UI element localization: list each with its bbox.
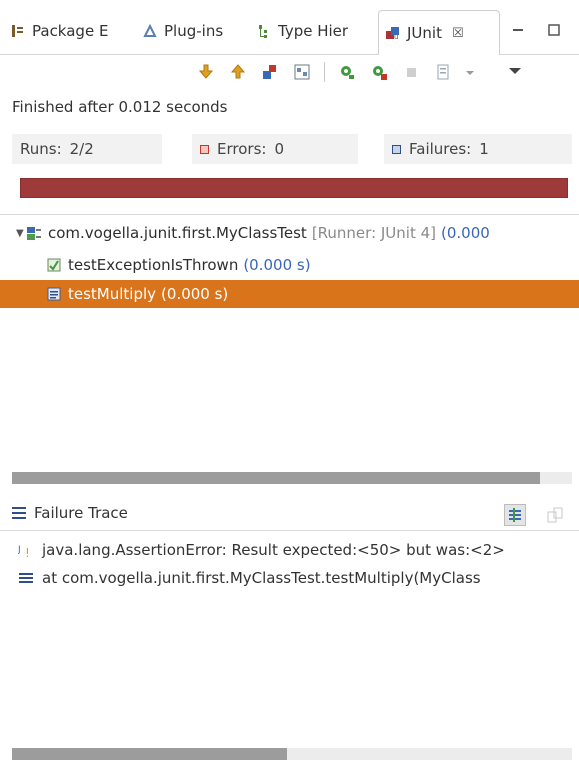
exception-icon: J! (17, 542, 34, 560)
stop-icon[interactable] (401, 62, 421, 82)
trace-text: at com.vogella.junit.first.MyClassTest.t… (42, 569, 481, 587)
toolbar-separator (324, 62, 325, 82)
package-explorer-icon (10, 23, 26, 39)
trace-line-assertion[interactable]: J! java.lang.AssertionError: Result expe… (17, 538, 505, 562)
scrollbar-thumb[interactable] (12, 748, 287, 760)
tab-package-explorer[interactable]: Package E (4, 12, 142, 50)
junit-toolbar (190, 58, 531, 86)
trace-line-stack-frame[interactable]: at com.vogella.junit.first.MyClassTest.t… (18, 566, 481, 590)
test-class-name: com.vogella.junit.first.MyClassTest (48, 224, 307, 242)
trace-text: java.lang.AssertionError: Result expecte… (42, 541, 505, 559)
svg-text:!: ! (25, 546, 30, 558)
scrollbar-thumb[interactable] (12, 472, 540, 484)
failure-marker-icon (392, 144, 401, 154)
tree-item-test-multiply[interactable]: testMultiply (0.000 s) (0, 280, 579, 308)
test-time: (0.000 s) (243, 256, 311, 274)
test-failed-icon (46, 286, 62, 302)
previous-failure-icon[interactable] (228, 62, 248, 82)
stack-frame-icon (18, 570, 34, 586)
filter-stack-trace-button[interactable] (504, 504, 526, 526)
error-marker-icon (200, 144, 209, 154)
history-icon[interactable] (433, 62, 453, 82)
svg-text:u: u (394, 33, 398, 41)
failure-trace-header: Failure Trace (0, 496, 579, 531)
minimize-icon[interactable] (510, 22, 526, 38)
tree-divider (0, 214, 579, 215)
failures-value: 1 (479, 140, 489, 158)
test-counters: Runs: 2/2 Errors: 0 Failures: 1 (12, 134, 572, 164)
dropdown-arrow-icon[interactable] (465, 62, 475, 82)
tab-type-hierarchy[interactable]: Type Hier (250, 12, 380, 50)
test-name: testMultiply (68, 285, 157, 303)
plugins-icon (142, 23, 158, 39)
scroll-lock-icon[interactable] (292, 62, 312, 82)
tab-label: Plug-ins (164, 22, 224, 40)
view-tab-bar: Package E Plug-ins Type Hier u JUnit ☒ (0, 8, 579, 55)
type-hierarchy-icon (256, 23, 272, 39)
failure-trace-icon (12, 507, 26, 519)
tree-horizontal-scrollbar[interactable] (12, 472, 572, 484)
failure-trace-title: Failure Trace (34, 504, 128, 522)
tree-item-test-exception-is-thrown[interactable]: testExceptionIsThrown (0.000 s) (0, 252, 579, 278)
errors-counter: Errors: 0 (192, 134, 358, 164)
failures-only-icon[interactable] (260, 62, 280, 82)
expand-arrow-icon[interactable]: ▼ (16, 228, 26, 239)
junit-icon: u (385, 25, 401, 41)
test-progress-bar (20, 178, 568, 198)
finished-status: Finished after 0.012 seconds (12, 98, 228, 116)
next-failure-icon[interactable] (196, 62, 216, 82)
rerun-icon[interactable] (337, 62, 357, 82)
failures-counter: Failures: 1 (384, 134, 572, 164)
tab-label: Package E (32, 22, 109, 40)
runs-counter: Runs: 2/2 (12, 134, 162, 164)
close-icon[interactable]: ☒ (452, 26, 464, 41)
tab-label: Type Hier (278, 22, 349, 40)
tab-plugins[interactable]: Plug-ins (136, 12, 258, 50)
view-menu-icon[interactable] (505, 62, 525, 82)
trace-horizontal-scrollbar[interactable] (12, 748, 572, 760)
test-passed-icon (46, 257, 62, 273)
maximize-icon[interactable] (546, 22, 562, 38)
tab-junit[interactable]: u JUnit ☒ (378, 10, 500, 55)
compare-result-icon[interactable] (546, 506, 564, 524)
test-name: testExceptionIsThrown (68, 256, 239, 274)
test-class-time: (0.000 (441, 224, 490, 242)
test-suite-icon (26, 225, 42, 241)
tab-label: JUnit (407, 24, 442, 42)
runner-label: [Runner: JUnit 4] (311, 224, 437, 242)
runs-value: 2/2 (69, 140, 94, 158)
errors-value: 0 (274, 140, 284, 158)
rerun-failed-first-icon[interactable] (369, 62, 389, 82)
test-time: (0.000 s) (161, 285, 229, 303)
svg-text:J: J (18, 545, 21, 555)
tree-item-test-class[interactable]: ▼ com.vogella.junit.first.MyClassTest [R… (0, 220, 579, 246)
